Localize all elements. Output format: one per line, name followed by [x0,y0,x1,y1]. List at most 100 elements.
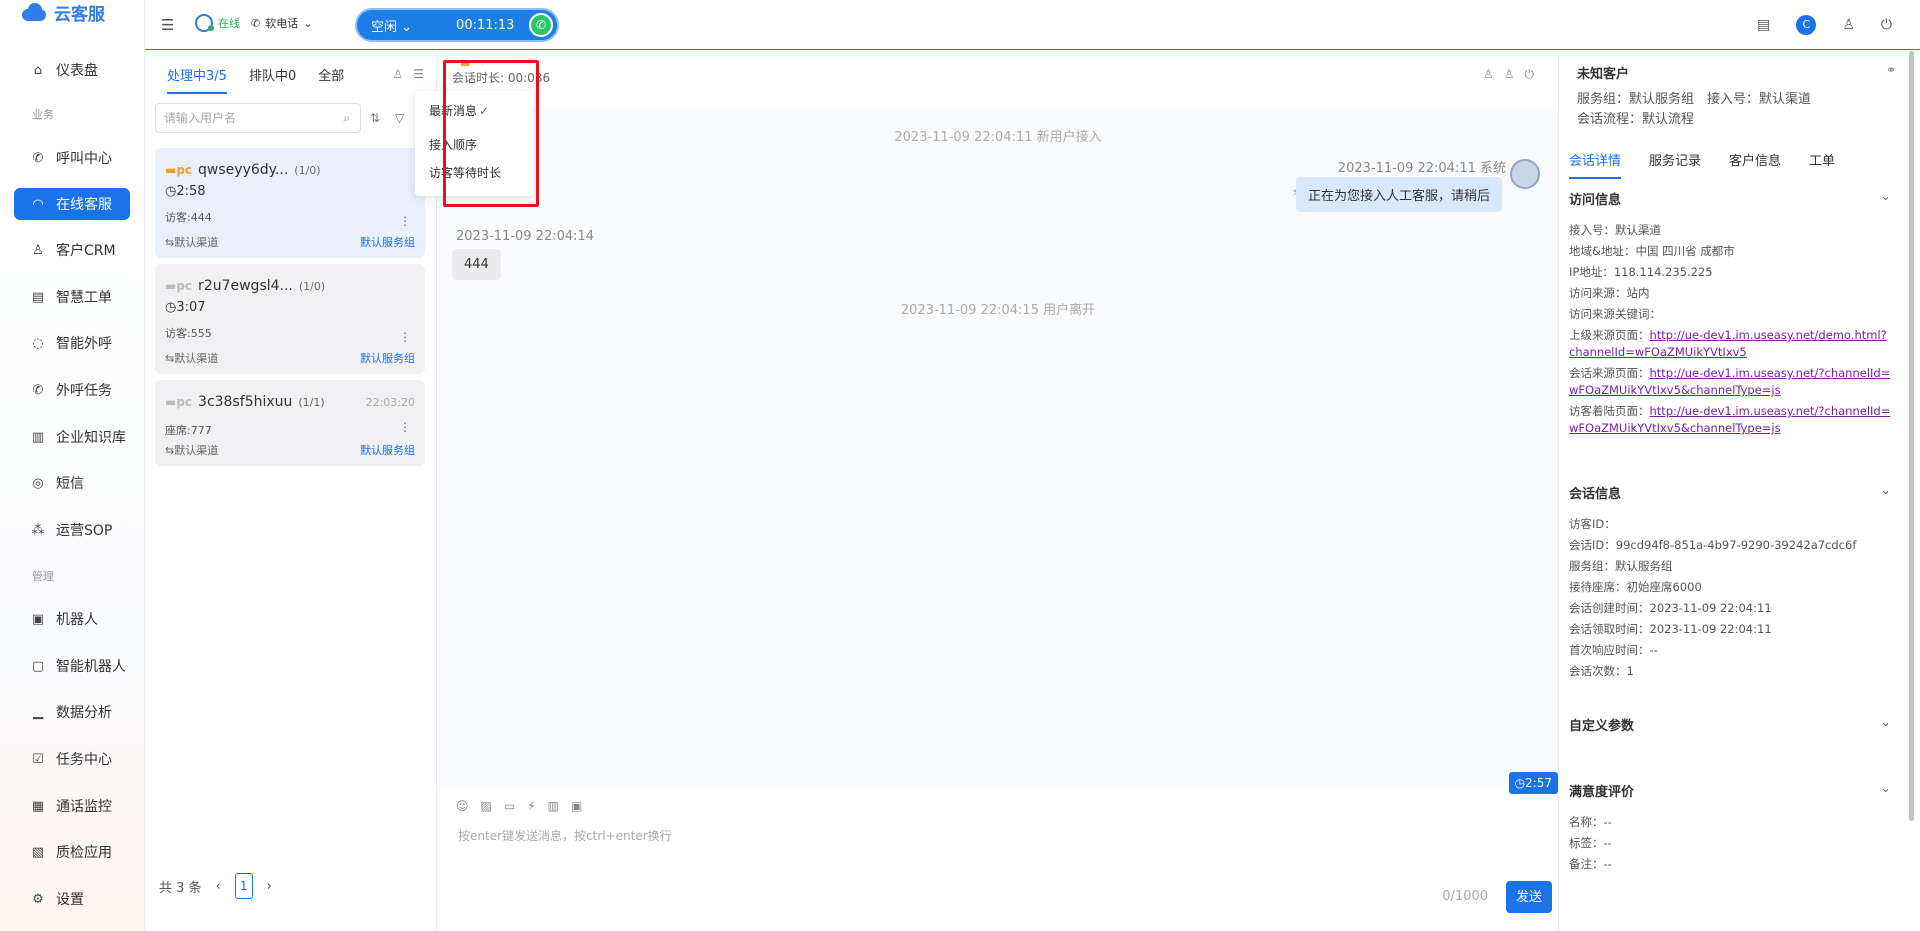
quick-reply-icon[interactable]: ⚡ [527,799,535,813]
filter-icon[interactable]: ▽ [395,111,404,125]
username-search-input[interactable]: 请输入用户名 ⌕ [155,103,361,133]
nav-item-robot[interactable]: ▣ 机器人 [14,603,130,635]
notebook-icon[interactable]: ▤ [1757,17,1770,33]
prev-page-icon[interactable]: ‹ [216,879,221,894]
agent-status[interactable]: 在线 ✆ 软电话 ⌄ [195,14,312,32]
power-icon[interactable]: ⏻ [1881,17,1892,33]
nav-item-call-center[interactable]: ✆ 呼叫中心 [14,142,130,174]
nav-section-business: 业务 [32,108,54,121]
session-card[interactable]: ▬pc 3c38sf5hixuu (1/1) 22:03:20 座席:777 ⋮… [155,380,425,466]
knowledge-icon[interactable]: ▥ [548,799,559,813]
brand-logo[interactable]: 云客服 [20,0,105,25]
quality-icon: ▧ [31,844,45,860]
file-icon[interactable]: ▭ [504,799,515,813]
tab-session-detail[interactable]: 会话详情 [1569,150,1622,179]
collapse-menu-icon[interactable]: ☰ [161,16,174,34]
message-input[interactable]: 按enter键发送消息，按ctrl+enter换行 [458,827,672,844]
top-bar: ☰ 在线 ✆ 软电话 ⌄ 空闲 ⌄ 00:11:13 ✆ ▤ C ♙ ⏻ [145,0,1920,50]
top-right-tools: ▤ C ♙ ⏻ [1757,15,1892,35]
app-root: 云客服 ⌂ 仪表盘 业务 ✆ 呼叫中心 ◠ 在线客服 ♙ 客户CRM ▤ 智慧工单 ◌ 智能… [0,0,1920,931]
task-icon: ☑ [32,751,44,767]
image-icon[interactable]: ▨ [481,799,492,813]
sort-order-icon[interactable]: ⇅ [370,111,380,125]
flow-icon: ⁂ [31,522,45,538]
end-session-icon[interactable]: ⏻ [1525,67,1535,82]
flow-line: 会话流程：默认流程 [1577,112,1695,127]
phone-icon: ✆ [32,150,44,166]
nav-item-smart-robot[interactable]: ▢ 智能机器人 [14,650,130,682]
nav-item-call-task[interactable]: ✆ 外呼任务 [14,374,130,406]
visitor-message-bubble: 444 [452,249,501,280]
book-icon: ▥ [31,429,45,445]
profile-icon[interactable]: ♙ [1842,17,1855,33]
agent-message-time: 2023-11-09 22:04:11 系统 [1337,161,1506,176]
tab-work-order[interactable]: 工单 [1809,150,1835,179]
nav-item-quality[interactable]: ▧ 质检应用 [14,836,130,868]
channel-label: ⇆默认渠道 [165,236,219,249]
session-card[interactable]: ▬pc r2u7ewgsl4... (1/0) ◷3:07 访客:555 ⋮ ⇆… [155,264,425,374]
more-icon[interactable]: ⋮ [399,420,411,434]
chat-header-tools: ♙ ♙ ⏻ [1483,67,1534,82]
call-status-bar[interactable]: 空闲 ⌄ 00:11:13 ✆ [355,8,559,42]
nav-item-task-center[interactable]: ☑ 任务中心 [14,743,130,775]
tab-all[interactable]: 全部 [318,65,344,94]
transfer-user-icon[interactable]: ♙ [1483,67,1494,82]
access-no-line: 接入号：默认渠道 [1707,92,1812,107]
send-button[interactable]: 发送 [1506,881,1552,913]
nav-item-smart-outbound[interactable]: ◌ 智能外呼 [14,327,130,359]
rating-header[interactable]: 满意度评价 ⌄ [1569,781,1891,800]
next-page-icon[interactable]: › [267,879,272,894]
tab-processing[interactable]: 处理中3/5 [167,65,227,94]
group-label: 默认服务组 [360,236,415,249]
channel-label: ⇆默认渠道 [165,352,219,365]
group-label: 默认服务组 [360,352,415,365]
nav-item-data-analysis[interactable]: ▁ 数据分析 [14,696,130,728]
info-scrollbar[interactable] [1909,51,1914,821]
link-icon[interactable]: ⚭ [1886,63,1896,77]
tab-customer-info[interactable]: 客户信息 [1729,150,1781,179]
smart-robot-icon: ▢ [31,658,45,674]
user-avatar[interactable]: C [1796,15,1817,35]
session-info-header[interactable]: 会话信息 ⌄ [1569,483,1891,502]
call-state-select[interactable]: 空闲 ⌄ [371,16,412,35]
side-nav: 云客服 ⌂ 仪表盘 业务 ✆ 呼叫中心 ◠ 在线客服 ♙ 客户CRM ▤ 智慧工单 ◌ 智能… [0,0,145,931]
annotation-highlight-box [443,60,539,207]
emoji-icon[interactable]: ☺ [456,799,469,813]
more-icon[interactable]: ⋮ [399,330,411,344]
nav-item-dashboard[interactable]: ⌂ 仪表盘 [14,54,130,86]
cloud-logo-icon [20,3,48,21]
visit-info-header[interactable]: 访问信息 ⌄ [1569,189,1891,208]
chevron-down-icon: ⌄ [1880,781,1891,796]
nav-item-settings[interactable]: ⚙ 设置 [14,883,130,915]
chevron-down-icon: ⌄ [1880,715,1891,730]
page-number-button[interactable]: 1 [234,873,253,899]
robot-assist-icon[interactable]: ▣ [571,799,582,813]
info-tabs: 会话详情 服务记录 客户信息 工单 [1569,150,1835,179]
nav-item-sms[interactable]: ◎ 短信 [14,467,130,499]
person-filter-icon[interactable]: ♙ [392,67,403,81]
nav-item-crm[interactable]: ♙ 客户CRM [14,234,130,266]
nav-section-manage: 管理 [32,570,54,583]
sort-icon[interactable]: ☰ [413,67,424,81]
group-label: 默认服务组 [360,444,415,457]
monitor-icon: ▦ [31,798,45,814]
nav-item-knowledge-base[interactable]: ▥ 企业知识库 [14,421,130,453]
nav-item-ticket[interactable]: ▤ 智慧工单 [14,281,130,313]
agent-avatar [1510,159,1540,189]
nav-item-call-monitor[interactable]: ▦ 通话监控 [14,790,130,822]
rating-section: 满意度评价 ⌄ 名称：-- 标签：-- 备注：-- [1569,781,1891,871]
nav-item-sop[interactable]: ⁂ 运营SOP [14,514,130,546]
session-card[interactable]: ▬pc qwseyy6dy... (1/0) ◷2:58 访客:444 ⋮ ⇆默… [155,148,425,258]
nav-item-online-service[interactable]: ◠ 在线客服 [14,188,130,220]
tab-service-record[interactable]: 服务记录 [1649,150,1701,179]
service-group-line: 服务组：默认服务组 [1577,92,1695,107]
invite-user-icon[interactable]: ♙ [1504,67,1515,82]
session-info-section: 会话信息 ⌄ 访客ID： 会话ID：99cd94f8-851a-4b97-9290… [1569,483,1891,678]
answer-phone-button[interactable]: ✆ [529,13,553,37]
more-icon[interactable]: ⋮ [399,214,411,228]
call-task-icon: ✆ [32,382,44,398]
pagination: 共 3 条 ‹ 1 › [159,873,272,899]
search-icon[interactable]: ⌕ [343,104,350,132]
tab-queueing[interactable]: 排队中0 [249,65,296,94]
custom-params-header[interactable]: 自定义参数 ⌄ [1569,715,1891,734]
